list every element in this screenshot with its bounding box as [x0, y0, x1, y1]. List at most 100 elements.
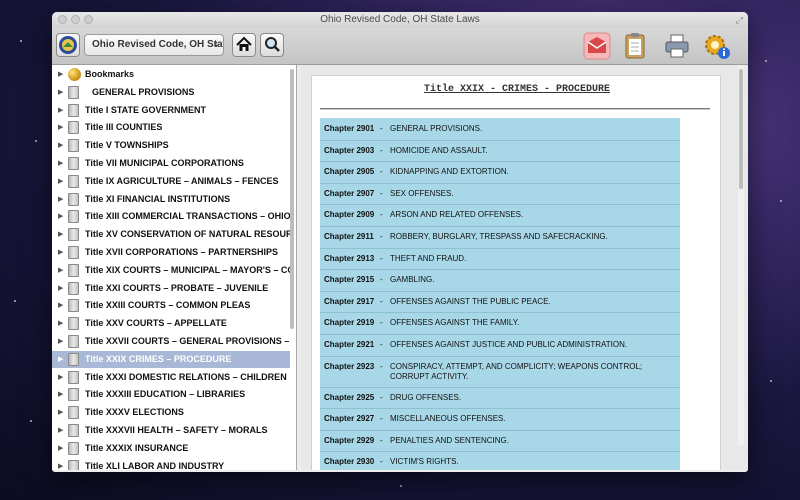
chapter-name[interactable]: SEX OFFENSES. — [390, 189, 670, 199]
settings-button[interactable] — [702, 31, 732, 61]
disclosure-triangle-icon[interactable]: ▶ — [58, 173, 63, 190]
disclosure-triangle-icon[interactable]: ▶ — [58, 137, 63, 154]
chapter-row[interactable]: Chapter 2929- PENALTIES AND SENTENCING. — [320, 430, 680, 453]
home-button[interactable] — [232, 33, 256, 57]
chapter-name[interactable]: OFFENSES AGAINST JUSTICE AND PUBLIC ADMI… — [390, 340, 670, 350]
sidebar-item[interactable]: ▶ Title XXIX CRIMES – PROCEDURE — [52, 350, 290, 368]
disclosure-triangle-icon[interactable]: ▶ — [58, 262, 63, 279]
chapter-name[interactable]: ROBBERY, BURGLARY, TRESPASS AND SAFECRAC… — [390, 232, 670, 242]
chapter-number[interactable]: Chapter 2921 — [324, 340, 374, 349]
sidebar-item[interactable]: ▶ Title XVII CORPORATIONS – PARTNERSHIPS — [52, 244, 290, 261]
chapter-number[interactable]: Chapter 2901 — [324, 124, 374, 133]
chapter-name[interactable]: ARSON AND RELATED OFFENSES. — [390, 210, 670, 220]
disclosure-triangle-icon[interactable]: ▶ — [58, 226, 63, 243]
chapter-row[interactable]: Chapter 2927- MISCELLANEOUS OFFENSES. — [320, 408, 680, 431]
disclosure-triangle-icon[interactable]: ▶ — [58, 386, 63, 403]
disclosure-triangle-icon[interactable]: ▶ — [58, 119, 63, 136]
sidebar-item[interactable]: ▶ Title VII MUNICIPAL CORPORATIONS — [52, 155, 290, 172]
chapter-name[interactable]: VICTIM'S RIGHTS. — [390, 457, 670, 467]
disclosure-triangle-icon[interactable]: ▶ — [58, 351, 63, 368]
sidebar-item[interactable]: ▶ Title XV CONSERVATION OF NATURAL RESOUR… — [52, 226, 290, 243]
chapter-number[interactable]: Chapter 2907 — [324, 189, 374, 198]
content-scrollbar[interactable] — [738, 65, 744, 445]
mail-button[interactable] — [582, 31, 612, 61]
disclosure-triangle-icon[interactable]: ▶ — [58, 333, 63, 350]
disclosure-triangle-icon[interactable]: ▶ — [58, 102, 63, 119]
chapter-number[interactable]: Chapter 2905 — [324, 167, 374, 176]
chapter-name[interactable]: MISCELLANEOUS OFFENSES. — [390, 414, 670, 424]
chapter-row[interactable]: Chapter 2911- ROBBERY, BURGLARY, TRESPASS… — [320, 226, 680, 249]
chapter-number[interactable]: Chapter 2913 — [324, 254, 374, 263]
disclosure-triangle-icon[interactable]: ▶ — [58, 191, 63, 208]
sidebar-item[interactable]: ▶ Title IX AGRICULTURE – ANIMALS – FENCES — [52, 173, 290, 190]
disclosure-triangle-icon[interactable]: ▶ — [58, 208, 63, 225]
chapter-name[interactable]: HOMICIDE AND ASSAULT. — [390, 146, 670, 156]
sidebar-item[interactable]: ▶ Title XIII COMMERCIAL TRANSACTIONS – OH… — [52, 208, 290, 225]
sidebar-item[interactable]: ▶ GENERAL PROVISIONS — [52, 84, 290, 101]
chapter-number[interactable]: Chapter 2919 — [324, 318, 374, 327]
sidebar-item[interactable]: ▶ Title XXV COURTS – APPELLATE — [52, 315, 290, 332]
chapter-number[interactable]: Chapter 2929 — [324, 436, 374, 445]
fullscreen-icon[interactable]: ⤢ — [736, 15, 743, 25]
disclosure-triangle-icon[interactable]: ▶ — [58, 244, 63, 261]
disclosure-triangle-icon[interactable]: ▶ — [58, 422, 63, 439]
chapter-name[interactable]: GAMBLING. — [390, 275, 670, 285]
content-scrollbar-thumb[interactable] — [739, 69, 743, 189]
minimize-window-button[interactable] — [71, 15, 80, 24]
disclosure-triangle-icon[interactable]: ▶ — [58, 155, 63, 172]
chapter-number[interactable]: Chapter 2925 — [324, 393, 374, 402]
disclosure-triangle-icon[interactable]: ▶ — [58, 404, 63, 421]
chapter-name[interactable]: OFFENSES AGAINST THE FAMILY. — [390, 318, 670, 328]
sidebar-item[interactable]: ▶ Title XXXIII EDUCATION – LIBRARIES — [52, 386, 290, 403]
disclosure-triangle-icon[interactable]: ▶ — [58, 84, 63, 101]
chapter-row[interactable]: Chapter 2919- OFFENSES AGAINST THE FAMILY… — [320, 312, 680, 335]
sidebar-item[interactable]: ▶ Title XLI LABOR AND INDUSTRY — [52, 458, 290, 470]
chapter-name[interactable]: GENERAL PROVISIONS. — [390, 124, 670, 134]
notes-button[interactable] — [620, 31, 650, 61]
sidebar-item[interactable]: ▶ Title XXI COURTS – PROBATE – JUVENILE — [52, 280, 290, 297]
disclosure-triangle-icon[interactable]: ▶ — [58, 297, 63, 314]
sidebar-item[interactable]: ▶ Title I STATE GOVERNMENT — [52, 102, 290, 119]
close-window-button[interactable] — [58, 15, 67, 24]
sidebar-item[interactable]: ▶ Bookmarks — [52, 66, 290, 83]
chapter-number[interactable]: Chapter 2903 — [324, 146, 374, 155]
chapter-row[interactable]: Chapter 2901- GENERAL PROVISIONS. — [320, 118, 680, 141]
sidebar-item[interactable]: ▶ Title V TOWNSHIPS — [52, 137, 290, 154]
sidebar-item[interactable]: ▶ Title III COUNTIES — [52, 119, 290, 136]
chapter-row[interactable]: Chapter 2930- VICTIM'S RIGHTS. — [320, 451, 680, 470]
book-selector[interactable]: Ohio Revised Code, OH State... ⇕ — [84, 34, 224, 56]
chapter-number[interactable]: Chapter 2915 — [324, 275, 374, 284]
chapter-row[interactable]: Chapter 2903- HOMICIDE AND ASSAULT. — [320, 140, 680, 163]
print-button[interactable] — [662, 31, 692, 61]
chapter-row[interactable]: Chapter 2917- OFFENSES AGAINST THE PUBLIC… — [320, 291, 680, 314]
sidebar-item[interactable]: ▶ Title XXVII COURTS – GENERAL PROVISIONS… — [52, 333, 290, 350]
disclosure-triangle-icon[interactable]: ▶ — [58, 280, 63, 297]
chapter-row[interactable]: Chapter 2905- KIDNAPPING AND EXTORTION. — [320, 161, 680, 184]
sidebar-item[interactable]: ▶ Title XI FINANCIAL INSTITUTIONS — [52, 191, 290, 208]
search-button[interactable] — [260, 33, 284, 57]
sidebar-item[interactable]: ▶ Title XXXI DOMESTIC RELATIONS – CHILDRE… — [52, 369, 290, 386]
sidebar-scrollbar[interactable] — [290, 69, 294, 329]
chapter-number[interactable]: Chapter 2917 — [324, 297, 374, 306]
disclosure-triangle-icon[interactable]: ▶ — [58, 440, 63, 457]
chapter-name[interactable]: CONSPIRACY, ATTEMPT, AND COMPLICITY; WEA… — [390, 362, 670, 382]
sidebar-item[interactable]: ▶ Title XXXV ELECTIONS — [52, 404, 290, 421]
chapter-row[interactable]: Chapter 2923- CONSPIRACY, ATTEMPT, AND CO… — [320, 356, 680, 388]
chapter-row[interactable]: Chapter 2913- THEFT AND FRAUD. — [320, 248, 680, 271]
sidebar-item[interactable]: ▶ Title XXXIX INSURANCE — [52, 440, 290, 457]
disclosure-triangle-icon[interactable]: ▶ — [58, 66, 63, 83]
chapter-number[interactable]: Chapter 2911 — [324, 232, 374, 241]
chapter-number[interactable]: Chapter 2930 — [324, 457, 374, 466]
sidebar-item[interactable]: ▶ Title XIX COURTS – MUNICIPAL – MAYOR'S … — [52, 262, 290, 279]
chapter-name[interactable]: THEFT AND FRAUD. — [390, 254, 670, 264]
chapter-name[interactable]: KIDNAPPING AND EXTORTION. — [390, 167, 670, 177]
chapter-number[interactable]: Chapter 2909 — [324, 210, 374, 219]
sidebar-item[interactable]: ▶ Title XXIII COURTS – COMMON PLEAS — [52, 297, 290, 314]
disclosure-triangle-icon[interactable]: ▶ — [58, 315, 63, 332]
disclosure-triangle-icon[interactable]: ▶ — [58, 369, 63, 386]
chapter-number[interactable]: Chapter 2923 — [324, 362, 374, 371]
app-logo-button[interactable] — [56, 33, 80, 57]
zoom-window-button[interactable] — [84, 15, 93, 24]
chapter-row[interactable]: Chapter 2925- DRUG OFFENSES. — [320, 387, 680, 410]
chapter-name[interactable]: PENALTIES AND SENTENCING. — [390, 436, 670, 446]
